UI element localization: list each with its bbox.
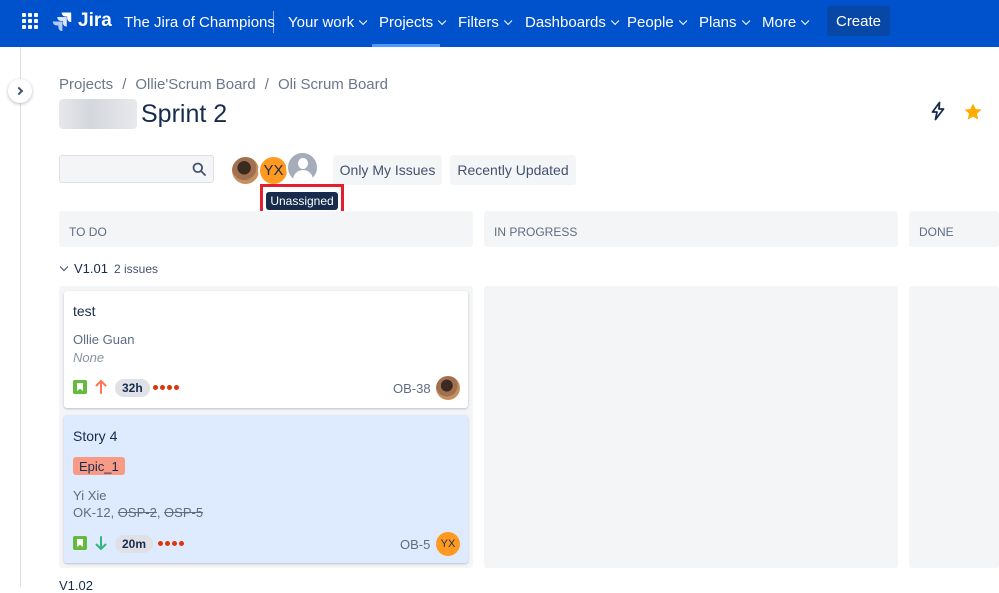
swimlane-header[interactable]: V1.01 2 issues — [59, 261, 158, 276]
epic-label[interactable]: Epic_1 — [73, 457, 125, 475]
nav-active-indicator — [372, 44, 440, 47]
nav-more-label: More — [762, 14, 797, 31]
column-title: TO DO — [69, 225, 107, 239]
title-row: Sprint 2 — [59, 99, 227, 129]
assignee-avatar[interactable] — [436, 376, 460, 400]
nav-people[interactable]: People — [627, 14, 688, 31]
search-icon — [192, 162, 206, 176]
nav-people-label: People — [627, 14, 674, 31]
issue-key[interactable]: OB-5 — [400, 537, 430, 552]
top-navigation: Jira The Jira of Champions Your work Pro… — [0, 0, 999, 47]
estimate-badge: 20m — [115, 535, 154, 553]
issue-card[interactable]: test Ollie Guan None 32h OB-38 — [64, 291, 468, 408]
expand-sidebar-button[interactable] — [8, 79, 32, 103]
priority-low-icon — [95, 536, 107, 550]
column-header-in-progress: IN PROGRESS — [484, 211, 898, 247]
nav-plans-label: Plans — [699, 14, 737, 31]
card-field-value: None — [73, 350, 105, 365]
chevron-right-icon — [14, 86, 23, 96]
assignee-avatar[interactable]: YX — [436, 532, 460, 556]
site-title[interactable]: The Jira of Champions — [124, 14, 275, 31]
only-my-issues-button[interactable]: Only My Issues — [333, 155, 442, 185]
linked-issue-done[interactable]: OSP-5 — [164, 505, 203, 520]
page-title: Sprint 2 — [141, 99, 228, 128]
story-icon — [73, 380, 87, 394]
chevron-down-icon — [438, 16, 447, 25]
column-title: DONE — [919, 225, 954, 239]
avatar-yi-xie[interactable]: YX — [258, 155, 289, 186]
estimate-badge: 32h — [115, 379, 150, 397]
app-switcher-icon[interactable] — [22, 13, 38, 29]
breadcrumb-separator: / — [122, 76, 127, 93]
nav-more[interactable]: More — [762, 14, 810, 31]
brand-name: Jira — [78, 10, 112, 31]
swimlane-header-partial[interactable]: V1.02 — [59, 578, 93, 593]
link-separator: , — [156, 505, 165, 520]
linked-issue-done[interactable]: OSP-2 — [118, 505, 157, 520]
card-summary: Story 4 — [73, 428, 118, 444]
redacted-area — [59, 99, 137, 129]
recently-updated-button[interactable]: Recently Updated — [450, 155, 576, 185]
column-header-done: DONE — [909, 211, 999, 247]
jira-logo-icon — [52, 12, 72, 31]
avatar-unassigned[interactable] — [286, 151, 319, 184]
star-icon[interactable] — [963, 102, 983, 122]
chevron-down-icon — [741, 16, 750, 25]
more-dots-icon — [158, 541, 184, 546]
linked-issues: OK-12, OSP-2, OSP-5 — [73, 505, 203, 520]
breadcrumb-projects[interactable]: Projects — [59, 76, 113, 93]
issue-key[interactable]: OB-38 — [393, 381, 431, 396]
column-header-todo: TO DO — [59, 211, 473, 247]
nav-your-work-label: Your work — [288, 14, 355, 31]
chevron-down-icon — [359, 16, 368, 25]
person-head-icon — [298, 158, 308, 169]
swimlane-name: V1.01 — [74, 261, 108, 276]
sidebar-edge — [20, 47, 21, 587]
more-dots-icon — [153, 385, 179, 390]
chevron-down-icon — [801, 16, 810, 25]
nav-filters-label: Filters — [458, 14, 499, 31]
nav-projects[interactable]: Projects — [379, 14, 447, 31]
breadcrumb-separator: / — [264, 76, 269, 93]
story-icon — [73, 536, 87, 550]
column-title: IN PROGRESS — [494, 225, 578, 239]
nav-your-work[interactable]: Your work — [288, 14, 368, 31]
jira-logo[interactable]: Jira — [52, 10, 112, 32]
priority-high-icon — [95, 380, 107, 394]
issue-card-selected[interactable]: Story 4 Epic_1 Yi Xie OK-12, OSP-2, OSP-… — [64, 415, 468, 563]
card-assignee: Yi Xie — [73, 488, 107, 503]
nav-filters[interactable]: Filters — [458, 14, 513, 31]
linked-issue[interactable]: OK-12, — [73, 505, 118, 520]
avatar-ollie-guan[interactable] — [230, 155, 261, 186]
column-body-in-progress — [484, 286, 898, 568]
automation-bolt-icon[interactable] — [928, 101, 948, 121]
nav-divider — [273, 11, 274, 33]
board-search-input[interactable] — [59, 155, 214, 183]
create-button[interactable]: Create — [827, 6, 890, 36]
breadcrumb-ollie-scrum-board[interactable]: Ollie'Scrum Board — [135, 76, 255, 93]
chevron-down-icon — [59, 262, 69, 271]
nav-projects-label: Projects — [379, 14, 434, 31]
swimlane-issue-count: 2 issues — [113, 261, 159, 276]
chevron-down-icon — [503, 16, 513, 25]
chevron-down-icon — [610, 16, 620, 25]
card-assignee: Ollie Guan — [73, 332, 135, 347]
nav-plans[interactable]: Plans — [699, 14, 750, 31]
chevron-down-icon — [678, 16, 688, 25]
breadcrumb-oli-scrum-board[interactable]: Oli Scrum Board — [278, 76, 388, 93]
column-body-done — [909, 286, 999, 568]
nav-dashboards-label: Dashboards — [525, 14, 606, 31]
nav-dashboards[interactable]: Dashboards — [525, 14, 620, 31]
breadcrumb: Projects / Ollie'Scrum Board / Oli Scrum… — [59, 76, 388, 93]
card-summary: test — [73, 303, 96, 319]
person-body-icon — [293, 170, 313, 182]
